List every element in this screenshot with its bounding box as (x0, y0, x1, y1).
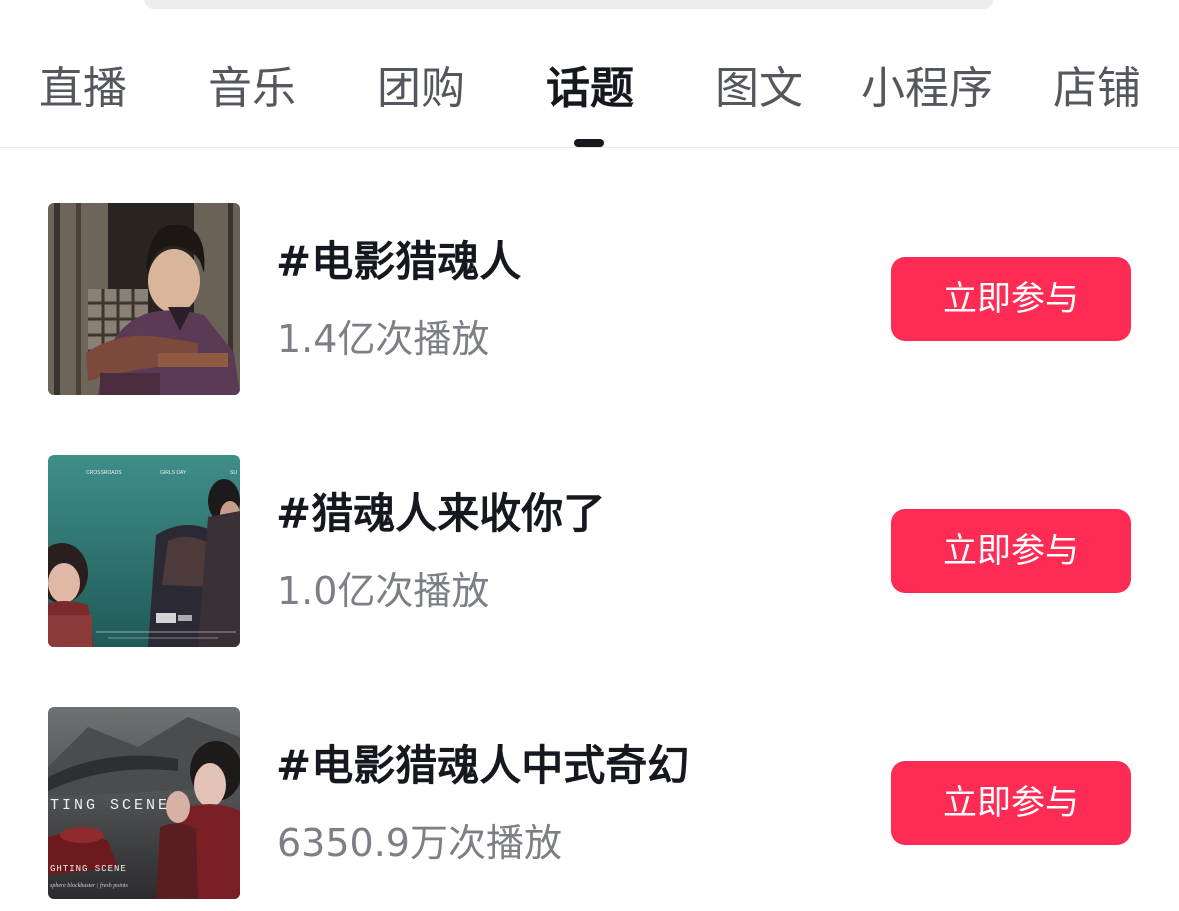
tabs-divider (0, 147, 1179, 148)
topic-search-page: 直播 音乐 团购 话题 图文 小程序 店铺 #电影猎魂人 1.4亿次播放 立即参… (0, 0, 1179, 911)
tab-topics[interactable]: 话题 (543, 48, 637, 130)
topic-item[interactable]: TING SCENE GHTING SCENE sphere blockbust… (0, 707, 1179, 899)
thumbnail-caption: GIRLS DAY (160, 470, 187, 476)
topic-thumbnail[interactable]: TING SCENE GHTING SCENE sphere blockbust… (48, 707, 240, 899)
thumbnail-caption: CROSSROADS (86, 470, 122, 476)
category-tabs: 直播 音乐 团购 话题 图文 小程序 店铺 (0, 48, 1179, 130)
topic-item[interactable]: CROSSROADS GIRLS DAY SU #猎魂人来收你了 1.0亿次播放… (0, 455, 1179, 647)
topic-play-count: 1.0亿次播放 (277, 569, 490, 613)
tab-music[interactable]: 音乐 (205, 48, 299, 130)
thumbnail-caption: SU (230, 470, 237, 476)
tab-group-buy[interactable]: 团购 (374, 48, 468, 130)
thumbnail-caption: GHTING SCENE (50, 864, 127, 874)
topic-title[interactable]: #猎魂人来收你了 (276, 485, 605, 543)
join-topic-button[interactable]: 立即参与 (891, 509, 1131, 593)
topic-thumbnail[interactable]: CROSSROADS GIRLS DAY SU (48, 455, 240, 647)
join-topic-button[interactable]: 立即参与 (891, 761, 1131, 845)
join-topic-button[interactable]: 立即参与 (891, 257, 1131, 341)
tab-live[interactable]: 直播 (36, 48, 130, 130)
topic-title[interactable]: #电影猎魂人中式奇幻 (276, 737, 689, 795)
tab-image-text[interactable]: 图文 (712, 48, 806, 130)
topic-thumbnail[interactable] (48, 203, 240, 395)
tab-mini-programs[interactable]: 小程序 (856, 48, 998, 130)
search-bar[interactable] (144, 0, 993, 9)
topic-play-count: 1.4亿次播放 (277, 317, 490, 361)
topic-title[interactable]: #电影猎魂人 (276, 233, 521, 291)
thumbnail-caption: TING SCENE (50, 797, 170, 814)
thumbnail-caption: sphere blockbuster | fresh points (50, 882, 129, 889)
topic-item[interactable]: #电影猎魂人 1.4亿次播放 立即参与 (0, 203, 1179, 395)
tab-shops[interactable]: 店铺 (1050, 48, 1144, 130)
active-tab-indicator (574, 139, 604, 147)
topic-play-count: 6350.9万次播放 (277, 821, 562, 865)
